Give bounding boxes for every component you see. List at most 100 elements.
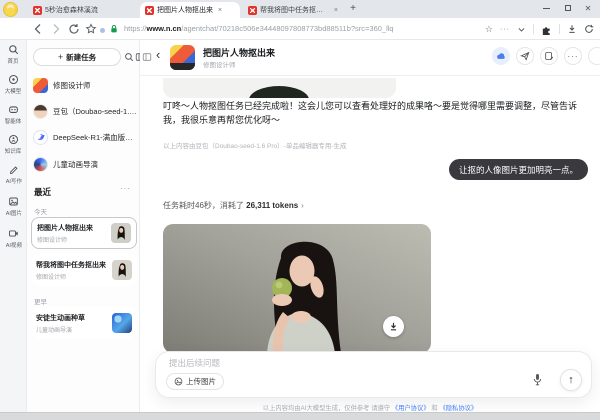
obey-text: 请遵守 [369, 405, 392, 412]
task-card-andersen[interactable]: 安徒生动画种草 儿童动画导演 [31, 307, 137, 339]
privacy-agreement-link[interactable]: 《隐私协议》 [439, 405, 477, 412]
rail-item-home[interactable]: 首页 [0, 44, 27, 65]
rail-item-agents[interactable]: 智能体 [0, 104, 27, 125]
tab-close-icon[interactable]: × [218, 7, 222, 14]
window-close-button[interactable]: ✕ [578, 0, 598, 16]
recent-more-icon[interactable]: ··· [120, 184, 131, 193]
ellipsis-icon: ··· [567, 51, 579, 61]
sidebar-search-icon[interactable] [124, 52, 134, 62]
disclaimer-text: 以上内容均由AI大模型生成，仅供参考 [262, 405, 370, 412]
rail-item-ai-writing[interactable]: AI写作 [0, 164, 27, 185]
task-card-subtitle: 修图设计师 [36, 274, 67, 281]
paper-plane-icon [520, 51, 530, 61]
previous-image-partial[interactable] [163, 78, 396, 98]
rail-item-knowledge[interactable]: 知识库 [0, 134, 27, 155]
forward-icon[interactable] [50, 23, 62, 35]
rail-item-label: 智能体 [5, 119, 22, 125]
search-home-icon [9, 45, 19, 55]
secure-lock-icon [111, 25, 117, 33]
window-bottom-edge [0, 412, 600, 420]
back-button[interactable]: ‹ [156, 48, 160, 61]
panel-toggle-icon[interactable] [142, 52, 152, 62]
task-card-title: 安徒生动画种草 [36, 314, 85, 322]
agent-item-doubao[interactable]: 豆包（Doubao-seed-1.6 Pro... [33, 102, 137, 120]
rail-item-label: AI图片 [5, 211, 22, 217]
tab-title: 帮我将图中任务抠出来 [260, 7, 329, 14]
agent-logo [170, 45, 195, 70]
rail-item-ai-video[interactable]: AI视频 [0, 228, 27, 249]
task-card-cutout-task[interactable]: 帮我将图中任务抠出来 修图设计师 [31, 254, 137, 286]
address-more-icon[interactable]: ··· [500, 26, 510, 33]
new-task-button[interactable]: + 新建任务 [33, 48, 121, 66]
more-options-button[interactable]: ··· [564, 47, 582, 65]
share-button[interactable] [516, 47, 534, 65]
extensions-puzzle-icon[interactable] [541, 24, 552, 35]
rail-item-models[interactable]: 大模型 [0, 74, 27, 95]
bookmark-star-icon[interactable] [85, 23, 97, 35]
group-label-earlier: 更早 [34, 299, 47, 306]
task-thumbnail-portrait [112, 260, 132, 280]
window-minimize-button[interactable] [536, 0, 556, 16]
task-card-cutout-person[interactable]: 把图片人物抠出来 修图设计师 [31, 217, 137, 249]
followup-input[interactable] [169, 358, 469, 368]
task-thumbnail-portrait [111, 223, 131, 243]
kids-director-avatar [33, 156, 48, 172]
divider [533, 24, 534, 34]
model-attribution: 以上内容由豆包（Doubao-seed-1.6 Pro）-单品编辑器专用-生成 [163, 143, 347, 150]
recent-heading: 最近 [34, 187, 52, 197]
task-stats[interactable]: 任务耗时46秒，消耗了 26,311 tokens › [163, 200, 304, 211]
notes-button[interactable] [540, 47, 558, 65]
chat-title: 把图片人物抠出来 [203, 48, 276, 58]
url-scheme: https:// [124, 24, 147, 33]
address-bar: https://www.n.cn/agentchat/70218c506e344… [0, 18, 600, 40]
extra-button-clipped[interactable] [588, 47, 600, 65]
tab-forest-stream[interactable]: 5秒治愈森林溪流 [28, 2, 138, 18]
browser-profile-avatar[interactable] [3, 2, 18, 17]
retouch-designer-avatar [33, 77, 48, 93]
new-task-label: 新建任务 [66, 52, 97, 62]
note-edit-icon [545, 52, 554, 60]
favorite-star-icon[interactable]: ☆ [485, 24, 493, 34]
sidebar: + 新建任务 修图设计师 豆包（Doubao-seed-1.6 Pro... D… [27, 40, 145, 412]
url-text[interactable]: https://www.n.cn/agentchat/70218c506e344… [124, 24, 394, 33]
upload-image-label: 上传图片 [186, 377, 216, 386]
stats-tokens: 26,311 tokens [246, 201, 299, 210]
chevron-right-icon: › [301, 201, 304, 210]
restore-session-icon[interactable] [584, 24, 594, 34]
site-favicon [145, 5, 154, 15]
agent-item-deepseek[interactable]: DeepSeek-R1-满血版（052... [33, 128, 137, 146]
video-icon [9, 230, 18, 237]
chevron-down-icon[interactable] [517, 25, 526, 34]
user-agreement-link[interactable]: 《用户协议》 [392, 405, 430, 412]
download-image-button[interactable] [383, 316, 404, 337]
tab-cutout-task[interactable]: 帮我将图中任务抠出来 × [243, 2, 343, 18]
url-host: www.n.cn [146, 24, 182, 33]
plus-icon: + [57, 52, 64, 62]
agent-name: DeepSeek-R1-满血版（052... [53, 132, 137, 142]
agent-item-retouch-designer[interactable]: 修图设计师 [33, 76, 137, 94]
microphone-icon[interactable] [532, 373, 543, 386]
rail-item-label: AI视频 [5, 243, 22, 249]
refresh-icon[interactable] [68, 23, 80, 35]
stats-prefix: 任务耗时46秒，消耗了 [163, 201, 247, 210]
tab-strip: 5秒治愈森林溪流 把图片人物抠出来 × 帮我将图中任务抠出来 × + ✕ [0, 0, 600, 18]
task-thumbnail-animation [112, 313, 132, 333]
tab-title: 把图片人物抠出来 [157, 7, 213, 14]
back-icon[interactable] [32, 23, 44, 35]
send-button[interactable]: ↑ [560, 369, 582, 391]
pencil-icon [10, 166, 18, 175]
rail-item-ai-image[interactable]: AI图片 [0, 196, 27, 217]
big-model-icon [8, 74, 19, 85]
downloads-icon[interactable] [567, 24, 577, 34]
group-label-today: 今天 [34, 209, 47, 216]
result-image[interactable] [163, 224, 431, 353]
tab-close-icon[interactable]: × [334, 7, 338, 14]
upload-image-button[interactable]: 上传图片 [166, 373, 224, 390]
agent-name: 豆包（Doubao-seed-1.6 Pro... [53, 106, 137, 116]
window-maximize-button[interactable] [558, 0, 578, 16]
upload-image-icon [174, 377, 183, 386]
new-tab-button[interactable]: + [346, 2, 360, 16]
cloud-save-button[interactable] [492, 47, 510, 65]
agent-item-kids-director[interactable]: 儿童动画导演 [33, 155, 137, 173]
tab-cutout-person[interactable]: 把图片人物抠出来 × [140, 2, 240, 18]
